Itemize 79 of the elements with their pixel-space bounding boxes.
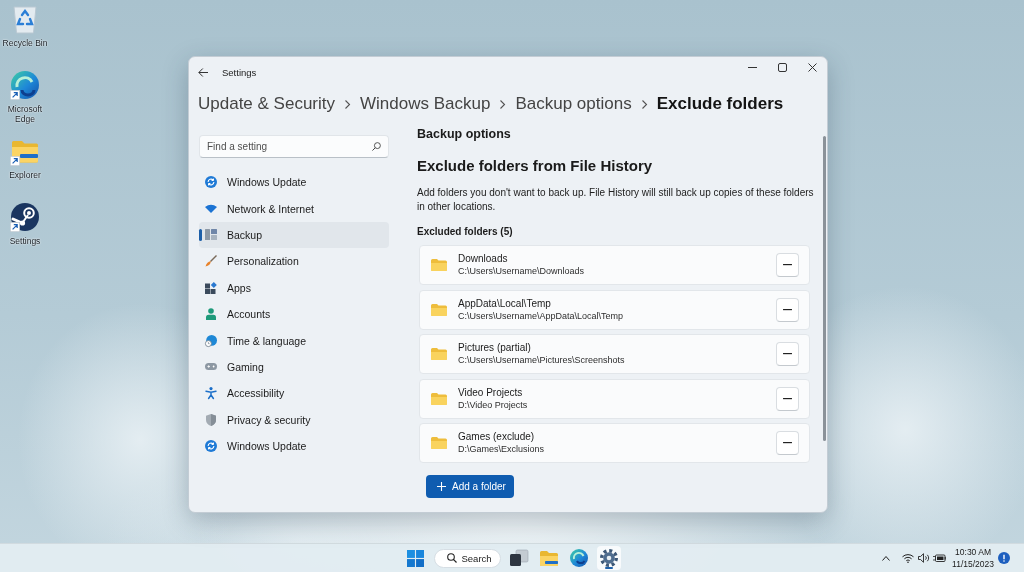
icon-label: Settings bbox=[9, 236, 41, 246]
gamepad-icon bbox=[205, 363, 217, 371]
search-icon bbox=[372, 142, 381, 151]
breadcrumb-item: Exclude folders bbox=[656, 94, 784, 114]
brush-icon bbox=[205, 255, 217, 268]
folder-path: C:\Users\Username\AppData\Local\Temp bbox=[458, 309, 624, 322]
nav-item[interactable]: Personalization bbox=[199, 248, 389, 275]
shield-icon bbox=[205, 413, 217, 426]
close-icon bbox=[807, 63, 817, 72]
nav-item[interactable]: Apps bbox=[199, 274, 389, 301]
sync-arrows-icon bbox=[205, 440, 217, 453]
nav-item[interactable]: Accessibility bbox=[199, 380, 389, 407]
breadcrumb-item[interactable]: Backup options bbox=[515, 94, 632, 114]
clock-button[interactable]: 10:30 AM 11/15/2023 bbox=[952, 546, 994, 570]
breadcrumb-item[interactable]: Windows Backup bbox=[360, 94, 491, 114]
list-label: Excluded folders (5) bbox=[417, 225, 514, 239]
folder-icon bbox=[431, 303, 447, 316]
person-icon bbox=[205, 308, 217, 321]
icon-label: Microsoft Edge bbox=[6, 104, 44, 124]
nav-item[interactable]: Gaming bbox=[199, 353, 389, 381]
volume-icon[interactable] bbox=[918, 553, 931, 563]
disc-logo-icon[interactable] bbox=[10, 202, 40, 232]
window-title: Settings bbox=[222, 66, 257, 78]
minus-icon bbox=[783, 308, 792, 311]
icon-label: Explorer bbox=[9, 170, 41, 180]
accessibility-icon bbox=[205, 387, 217, 400]
description-text: Add folders you don't want to back up. File History will still back up copies of these folders in other locations. bbox=[417, 186, 814, 214]
folder-icon bbox=[431, 437, 447, 449]
search-icon bbox=[446, 553, 457, 563]
nav-item[interactable]: Time & language bbox=[199, 327, 389, 354]
maximize-icon bbox=[777, 63, 787, 72]
minus-icon bbox=[783, 353, 792, 355]
folder-path: D:\Video Projects bbox=[458, 398, 528, 411]
swirl-icon[interactable] bbox=[10, 70, 40, 100]
scrollbar-thumb[interactable] bbox=[823, 136, 826, 441]
battery-icon[interactable] bbox=[933, 553, 947, 563]
minus-icon bbox=[783, 397, 792, 400]
chevron-right-icon bbox=[500, 99, 506, 109]
folder-path: C:\Users\Username\Pictures\Screenshots bbox=[458, 354, 625, 366]
folder-icon bbox=[431, 259, 447, 271]
globe-clock-icon bbox=[205, 334, 217, 347]
icon-label: Recycle Bin bbox=[2, 38, 48, 48]
nav-item[interactable]: Accounts bbox=[199, 300, 389, 328]
folder-name: Games (exclude) bbox=[458, 431, 536, 443]
chevron-up-icon[interactable] bbox=[882, 555, 891, 561]
folder-icon bbox=[431, 392, 447, 405]
add-folder-button[interactable]: Add a folder bbox=[426, 475, 514, 498]
plus-icon bbox=[437, 482, 446, 491]
folder-name: Video Projects bbox=[458, 386, 524, 399]
nav-item[interactable]: Backup bbox=[199, 221, 389, 249]
folder-path: C:\Users\Username\Downloads bbox=[458, 265, 585, 277]
chevron-right-icon bbox=[345, 99, 350, 109]
folder-path: D:\Games\Exclusions bbox=[458, 443, 545, 455]
notification-badge-icon[interactable] bbox=[998, 552, 1010, 564]
folder-name: Pictures (partial) bbox=[458, 342, 532, 354]
search-field[interactable]: Find a setting bbox=[199, 135, 389, 158]
nav-item[interactable]: Windows Update bbox=[199, 432, 389, 460]
back-arrow-icon bbox=[198, 67, 208, 77]
wifi-icon[interactable] bbox=[902, 553, 915, 563]
page-heading: Exclude folders from File History bbox=[417, 156, 654, 176]
breadcrumb-item[interactable]: Update & Security bbox=[198, 94, 335, 114]
wifi-icon bbox=[205, 204, 217, 214]
apps-grid-icon bbox=[205, 281, 217, 294]
chevron-right-icon bbox=[641, 99, 647, 109]
tiles-icon bbox=[205, 229, 217, 241]
nav-item[interactable]: Windows Update bbox=[199, 169, 389, 196]
sync-arrows-icon bbox=[205, 176, 217, 189]
nav-item[interactable]: Privacy & security bbox=[199, 406, 389, 433]
section-title: Backup options bbox=[417, 126, 512, 142]
minus-icon bbox=[783, 264, 792, 266]
taskbar-search-button[interactable]: Search bbox=[433, 548, 501, 568]
nav-item[interactable]: Network & Internet bbox=[199, 195, 389, 222]
folder-name: Downloads bbox=[458, 253, 509, 265]
minimize-icon bbox=[747, 67, 757, 68]
start-logo-icon bbox=[407, 549, 424, 567]
recycle-bin-icon[interactable] bbox=[10, 4, 40, 34]
minus-icon bbox=[783, 442, 792, 444]
folder-name: AppData\Local\Temp bbox=[458, 297, 552, 310]
folder-icon bbox=[431, 348, 447, 360]
